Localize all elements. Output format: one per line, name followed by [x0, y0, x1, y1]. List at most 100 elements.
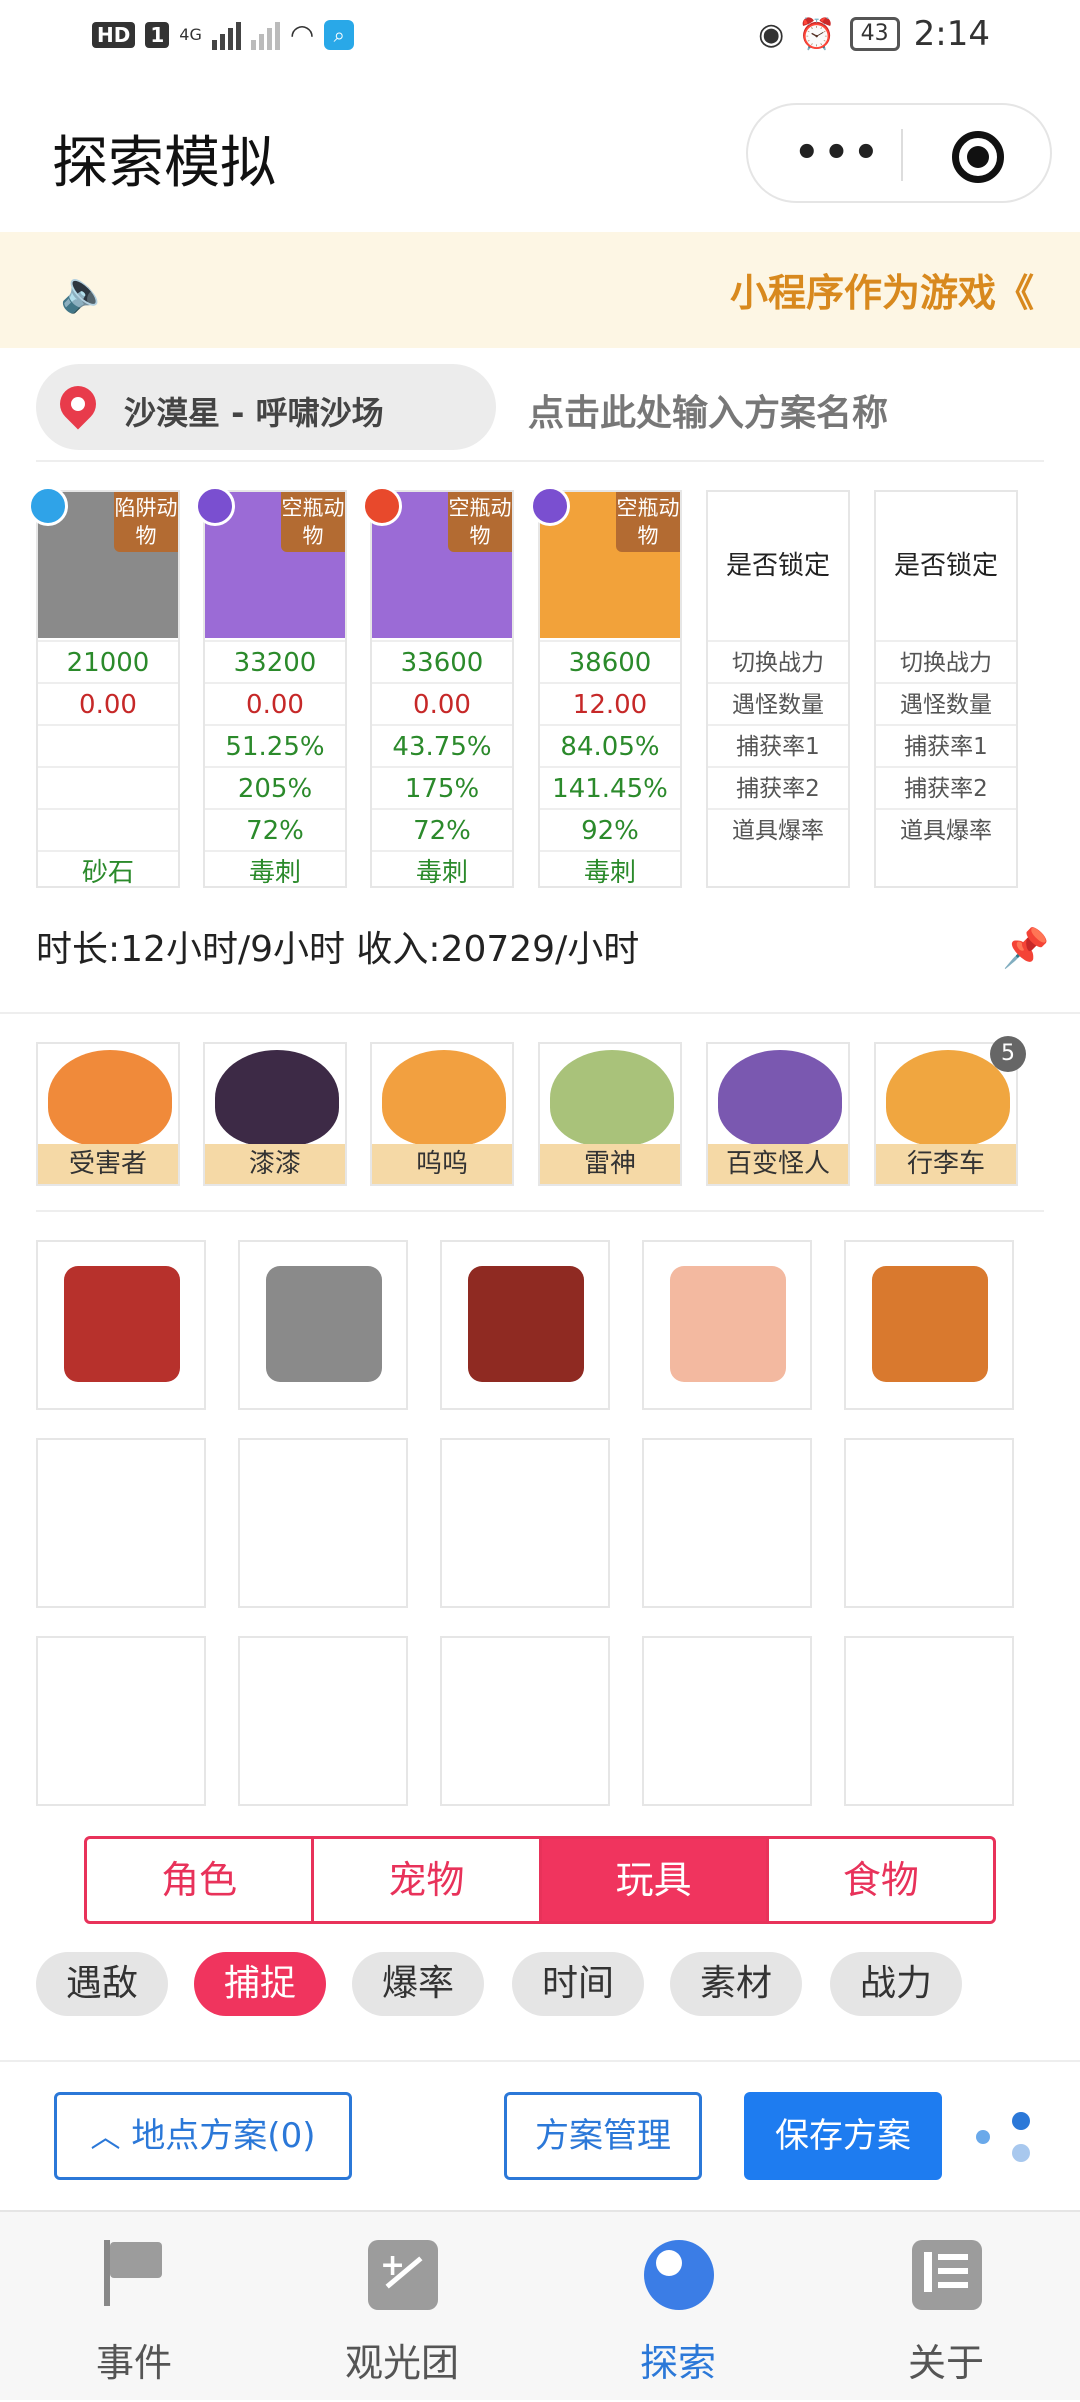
- toy-slot[interactable]: [440, 1240, 610, 1410]
- page-title: 探索模拟: [52, 131, 276, 196]
- character-card[interactable]: 呜呜: [370, 1042, 514, 1186]
- tab-3[interactable]: 食物: [769, 1839, 993, 1921]
- pet-stat: 72%: [205, 808, 345, 850]
- toy-slot[interactable]: [642, 1240, 812, 1410]
- status-left: HD 1 4G ◠ ⌕: [92, 18, 355, 51]
- location-plans-button[interactable]: ︿ 地点方案(0): [54, 2092, 352, 2180]
- chevron-up-icon: ︿: [90, 2120, 121, 2155]
- toy-slot[interactable]: [642, 1636, 812, 1806]
- toy-slot[interactable]: [36, 1240, 206, 1410]
- character-name: 雷神: [540, 1144, 680, 1184]
- pet-stat: 84.05%: [540, 724, 680, 766]
- tab-2[interactable]: 玩具: [541, 1839, 769, 1921]
- pet-stats: 33200 0.00 51.25% 205% 72% 毒刺: [205, 640, 345, 892]
- pet-stat: [38, 808, 178, 850]
- pet-stat: 92%: [540, 808, 680, 850]
- lock-column-1[interactable]: 是否锁定 切换战力 遇怪数量 捕获率1 捕获率2 道具爆率: [706, 490, 850, 888]
- filter-chip[interactable]: 遇敌: [36, 1952, 168, 2016]
- character-avatar: [550, 1050, 674, 1146]
- toy-slot[interactable]: [642, 1438, 812, 1608]
- toy-slot[interactable]: [440, 1636, 610, 1806]
- toy-slot[interactable]: [36, 1636, 206, 1806]
- pet-power: 33600: [372, 640, 512, 682]
- toy-slot[interactable]: [440, 1438, 610, 1608]
- character-name: 呜呜: [372, 1144, 512, 1184]
- signal2-icon: [250, 20, 280, 50]
- toy-slot[interactable]: [238, 1240, 408, 1410]
- summary-text: 时长:12小时/9小时 收入:20729/小时: [36, 929, 640, 970]
- filter-chip[interactable]: 时间: [512, 1952, 644, 2016]
- toy-image: [670, 1266, 786, 1382]
- pet-card[interactable]: 陷阱动物 21000 0.00 砂石: [28, 486, 180, 888]
- element-icon: [28, 486, 68, 526]
- character-card[interactable]: 受害者: [36, 1042, 180, 1186]
- character-card[interactable]: 漆漆: [203, 1042, 347, 1186]
- location-pin-icon: [52, 378, 104, 430]
- pet-card[interactable]: 空瓶动物 33200 0.00 51.25% 205% 72% 毒刺: [195, 486, 347, 888]
- close-miniapp-icon[interactable]: [952, 131, 1004, 183]
- category-tabs: 角色 宠物 玩具 食物: [84, 1836, 996, 1924]
- eye-icon: ◉: [758, 16, 785, 52]
- toy-image: [64, 1266, 180, 1382]
- toy-slot[interactable]: [844, 1438, 1014, 1608]
- toy-slot[interactable]: [36, 1438, 206, 1608]
- pet-stat: [38, 724, 178, 766]
- pet-stat: 72%: [372, 808, 512, 850]
- pet-item: 毒刺: [205, 850, 345, 892]
- pet-type-tag: 陷阱动物: [114, 492, 178, 552]
- character-card[interactable]: 雷神: [538, 1042, 682, 1186]
- character-name: 漆漆: [205, 1144, 345, 1184]
- lock-header[interactable]: 是否锁定: [708, 492, 848, 640]
- pet-stat: 0.00: [38, 682, 178, 724]
- plan-name-input[interactable]: 点击此处输入方案名称: [528, 384, 888, 436]
- more-menu-icon[interactable]: •••: [794, 133, 883, 173]
- character-name: 受害者: [38, 1144, 178, 1184]
- filter-chip[interactable]: 捕捉: [194, 1952, 326, 2016]
- nav-about[interactable]: 关于: [846, 2212, 1046, 2402]
- pin-icon[interactable]: 📌: [1002, 926, 1049, 971]
- toy-slot[interactable]: [844, 1240, 1014, 1410]
- location-label: 沙漠星 - 呼啸沙场: [124, 394, 384, 432]
- lock-row: 遇怪数量: [708, 682, 848, 724]
- divider: [36, 460, 1044, 462]
- manage-plans-button[interactable]: 方案管理: [504, 2092, 702, 2180]
- nav-events[interactable]: 事件: [34, 2212, 234, 2402]
- lock-header[interactable]: 是否锁定: [876, 492, 1016, 640]
- nav-tour[interactable]: + 观光团: [302, 2212, 502, 2402]
- tab-0[interactable]: 角色: [87, 1839, 315, 1921]
- tab-1[interactable]: 宠物: [314, 1839, 542, 1921]
- toy-slot[interactable]: [238, 1636, 408, 1806]
- element-icon: [530, 486, 570, 526]
- filter-chip[interactable]: 素材: [670, 1952, 802, 2016]
- element-icon: [362, 486, 402, 526]
- share-icon[interactable]: [976, 2108, 1032, 2164]
- banner-text: 小程序作为游戏《: [729, 271, 1034, 315]
- alarm-icon: ⏰: [798, 16, 836, 52]
- pet-stats: 21000 0.00 砂石: [38, 640, 178, 892]
- filter-chip[interactable]: 爆率: [352, 1952, 484, 2016]
- pet-power: 38600: [540, 640, 680, 682]
- pet-card[interactable]: 空瓶动物 33600 0.00 43.75% 175% 72% 毒刺: [362, 486, 514, 888]
- character-card[interactable]: 百变怪人: [706, 1042, 850, 1186]
- location-selector[interactable]: 沙漠星 - 呼啸沙场: [36, 364, 496, 450]
- save-plan-button[interactable]: 保存方案: [744, 2092, 942, 2180]
- pet-stat: 43.75%: [372, 724, 512, 766]
- pet-card[interactable]: 空瓶动物 38600 12.00 84.05% 141.45% 92% 毒刺: [530, 486, 682, 888]
- pet-stat: 205%: [205, 766, 345, 808]
- pet-stat: 12.00: [540, 682, 680, 724]
- nav-explore[interactable]: 探索: [578, 2212, 778, 2402]
- lock-column-2[interactable]: 是否锁定 切换战力 遇怪数量 捕获率1 捕获率2 道具爆率: [874, 490, 1018, 888]
- wifi-icon: ◠: [289, 18, 315, 51]
- signal-icon: [211, 20, 241, 50]
- planet-icon: [644, 2240, 714, 2310]
- toy-slot[interactable]: [844, 1636, 1014, 1806]
- toy-image: [266, 1266, 382, 1382]
- hd-indicator: HD: [92, 21, 136, 48]
- character-avatar: [886, 1050, 1010, 1146]
- filter-chip[interactable]: 战力: [830, 1952, 962, 2016]
- pet-power: 21000: [38, 640, 178, 682]
- lock-row: 切换战力: [876, 640, 1016, 682]
- lock-row: 捕获率1: [876, 724, 1016, 766]
- toy-slot[interactable]: [238, 1438, 408, 1608]
- notice-banner[interactable]: 🔈 小程序作为游戏《: [0, 232, 1080, 348]
